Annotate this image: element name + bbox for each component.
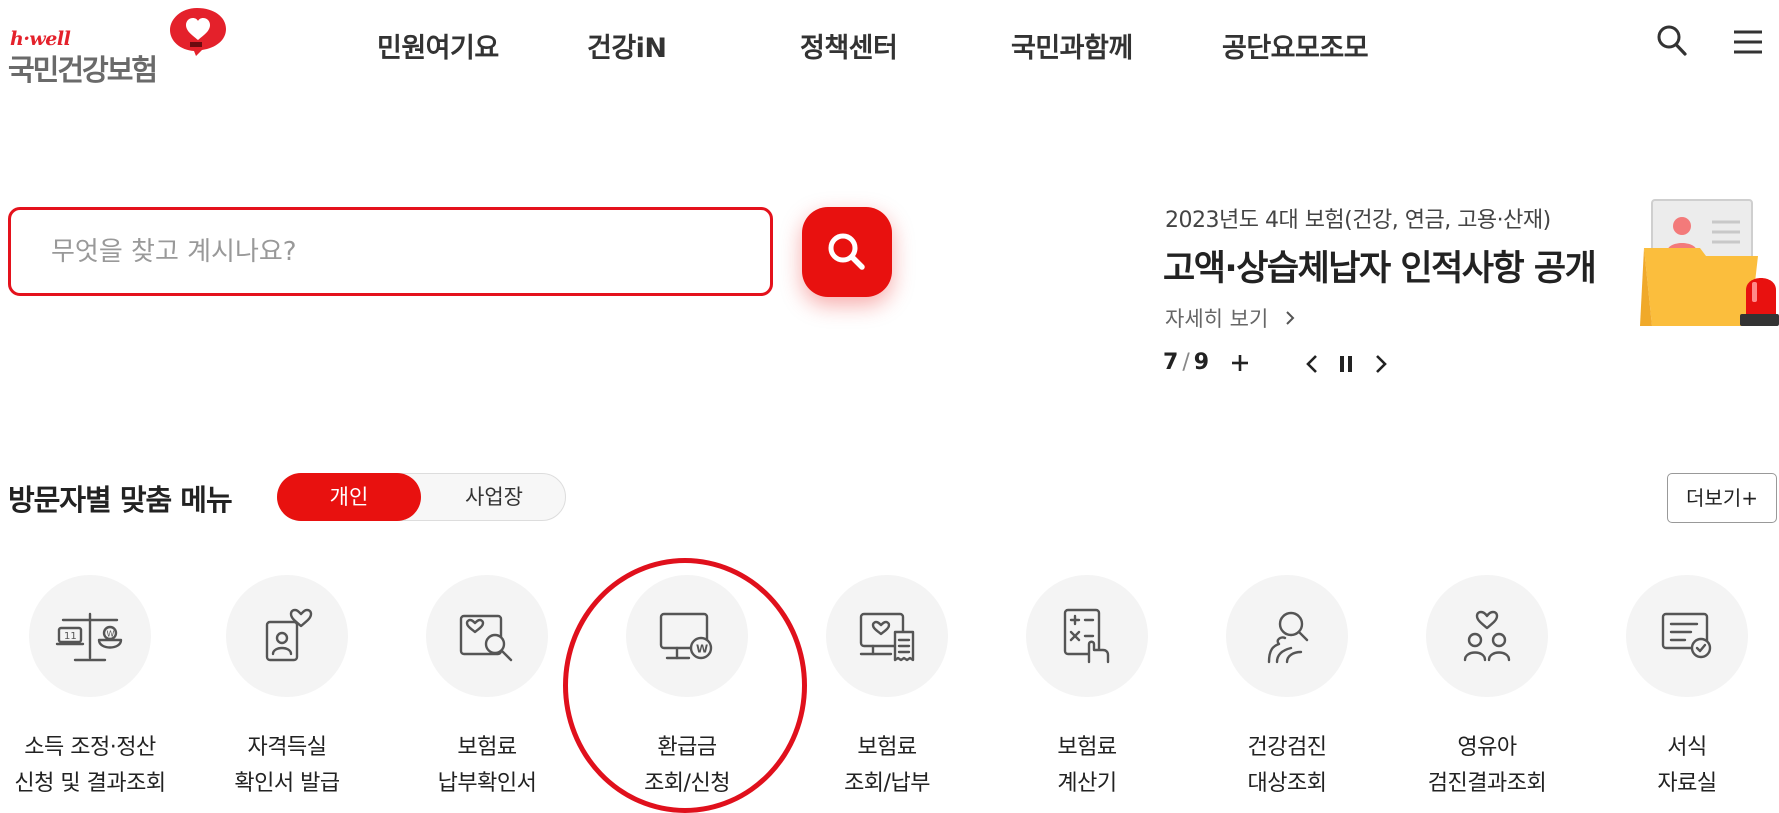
search-button[interactable] (802, 207, 892, 297)
quick-menu-label-line1: 건강검진 (1247, 735, 1327, 760)
slide-current: 7 (1163, 350, 1179, 375)
more-button[interactable]: 더보기+ (1667, 473, 1777, 523)
search-icon (828, 233, 865, 270)
tab-business[interactable]: 사업장 (422, 473, 566, 521)
chevron-right-icon[interactable] (1374, 353, 1388, 375)
quick-menu-label-line2: 조회/신청 (644, 771, 730, 796)
quick-menu-label-line2: 자료실 (1657, 771, 1717, 796)
quick-menu-label-line1: 자격득실 (247, 735, 327, 760)
quick-menu-item[interactable]: 보험료 납부확인서 (387, 575, 587, 802)
plus-icon[interactable] (1230, 353, 1250, 373)
pause-icon[interactable] (1337, 353, 1355, 375)
nav-item-policy-center[interactable]: 정책센터 (800, 26, 898, 65)
quick-menu-label-line2: 신청 및 결과조회 (14, 771, 166, 796)
logo-name: 국민건강보험 (8, 53, 158, 87)
refund-icon: W (626, 575, 748, 697)
quick-menu-label-line1: 보험료 (457, 735, 517, 760)
notice-more-link[interactable]: 자세히 보기 (1165, 303, 1295, 333)
chevron-right-icon (1285, 307, 1295, 331)
quick-menu-label-line1: 보험료 (1057, 735, 1117, 760)
quick-menu-label-line1: 영유아 (1457, 735, 1517, 760)
search-input[interactable] (51, 232, 731, 272)
notice-title[interactable]: 고액·상습체납자 인적사항 공개 (1163, 240, 1597, 291)
hamburger-menu-icon[interactable] (1732, 28, 1764, 56)
quick-menu-label-line2: 대상조회 (1247, 771, 1327, 796)
search-box (8, 207, 773, 296)
quick-menu-label-line2: 확인서 발급 (234, 771, 340, 796)
notice-more-label: 자세히 보기 (1165, 307, 1269, 331)
visitor-menu-title: 방문자별 맞춤 메뉴 (8, 483, 233, 517)
quick-menu-item[interactable]: 보험료 계산기 (987, 575, 1187, 802)
slide-separator: / (1182, 350, 1190, 375)
chevron-left-icon[interactable] (1305, 353, 1319, 375)
quick-menu-label-line2: 검진결과조회 (1427, 771, 1547, 796)
quick-menu-label-line1: 소득 조정·정산 (24, 735, 156, 760)
heart-logo-icon (170, 8, 226, 56)
income-adjustment-icon: 11 W (29, 575, 151, 697)
quick-menu-label-line1: 서식 (1667, 735, 1707, 760)
quick-menu-label-line1: 보험료 (857, 735, 917, 760)
quick-menu-item[interactable]: 건강검진 대상조회 (1187, 575, 1387, 802)
main-navigation: 민원여기요 건강iN 정책센터 국민과함께 공단요모조모 (370, 26, 1570, 66)
slide-counter: 7/9 (1163, 350, 1209, 375)
quick-menu-item[interactable]: 11 W 소득 조정·정산 신청 및 결과조회 (0, 575, 190, 802)
nav-item-civil-service[interactable]: 민원여기요 (377, 26, 499, 65)
tab-personal[interactable]: 개인 (277, 473, 421, 521)
health-checkup-icon (1226, 575, 1348, 697)
forms-icon (1626, 575, 1748, 697)
quick-menu-item[interactable]: 서식 자료실 (1587, 575, 1779, 802)
svg-text:W: W (696, 643, 708, 656)
quick-menu-label-line2: 조회/납부 (844, 771, 930, 796)
nav-item-about-corp[interactable]: 공단요모조모 (1222, 26, 1369, 65)
logo[interactable]: h·well 국민건강보험 (8, 4, 226, 87)
quick-menu-item[interactable]: 자격득실 확인서 발급 (187, 575, 387, 802)
svg-text:11: 11 (64, 631, 77, 642)
banner-illustration (1640, 199, 1779, 326)
quick-menu-label-line2: 납부확인서 (437, 771, 537, 796)
svg-text:W: W (107, 630, 115, 639)
notice-subtitle: 2023년도 4대 보험(건강, 연금, 고용·산재) (1165, 208, 1551, 233)
premium-payment-confirmation-icon (426, 575, 548, 697)
nav-item-with-people[interactable]: 국민과함께 (1011, 26, 1133, 65)
slide-total: 9 (1193, 350, 1210, 375)
quick-menu-label-line2: 계산기 (1057, 771, 1117, 796)
premium-inquiry-icon (826, 575, 948, 697)
premium-calculator-icon (1026, 575, 1148, 697)
qualification-certificate-icon (226, 575, 348, 697)
quick-menu-item[interactable]: W 환급금 조회/신청 (587, 575, 787, 802)
quick-menu-label-line1: 환급금 (657, 735, 717, 760)
quick-menu-item[interactable]: 영유아 검진결과조회 (1387, 575, 1587, 802)
infant-checkup-icon (1426, 575, 1548, 697)
search-icon[interactable] (1656, 24, 1688, 58)
visitor-type-toggle: 개인 사업장 (277, 473, 566, 521)
quick-menu-item[interactable]: 보험료 조회/납부 (787, 575, 987, 802)
nav-item-health-in[interactable]: 건강iN (587, 26, 667, 65)
